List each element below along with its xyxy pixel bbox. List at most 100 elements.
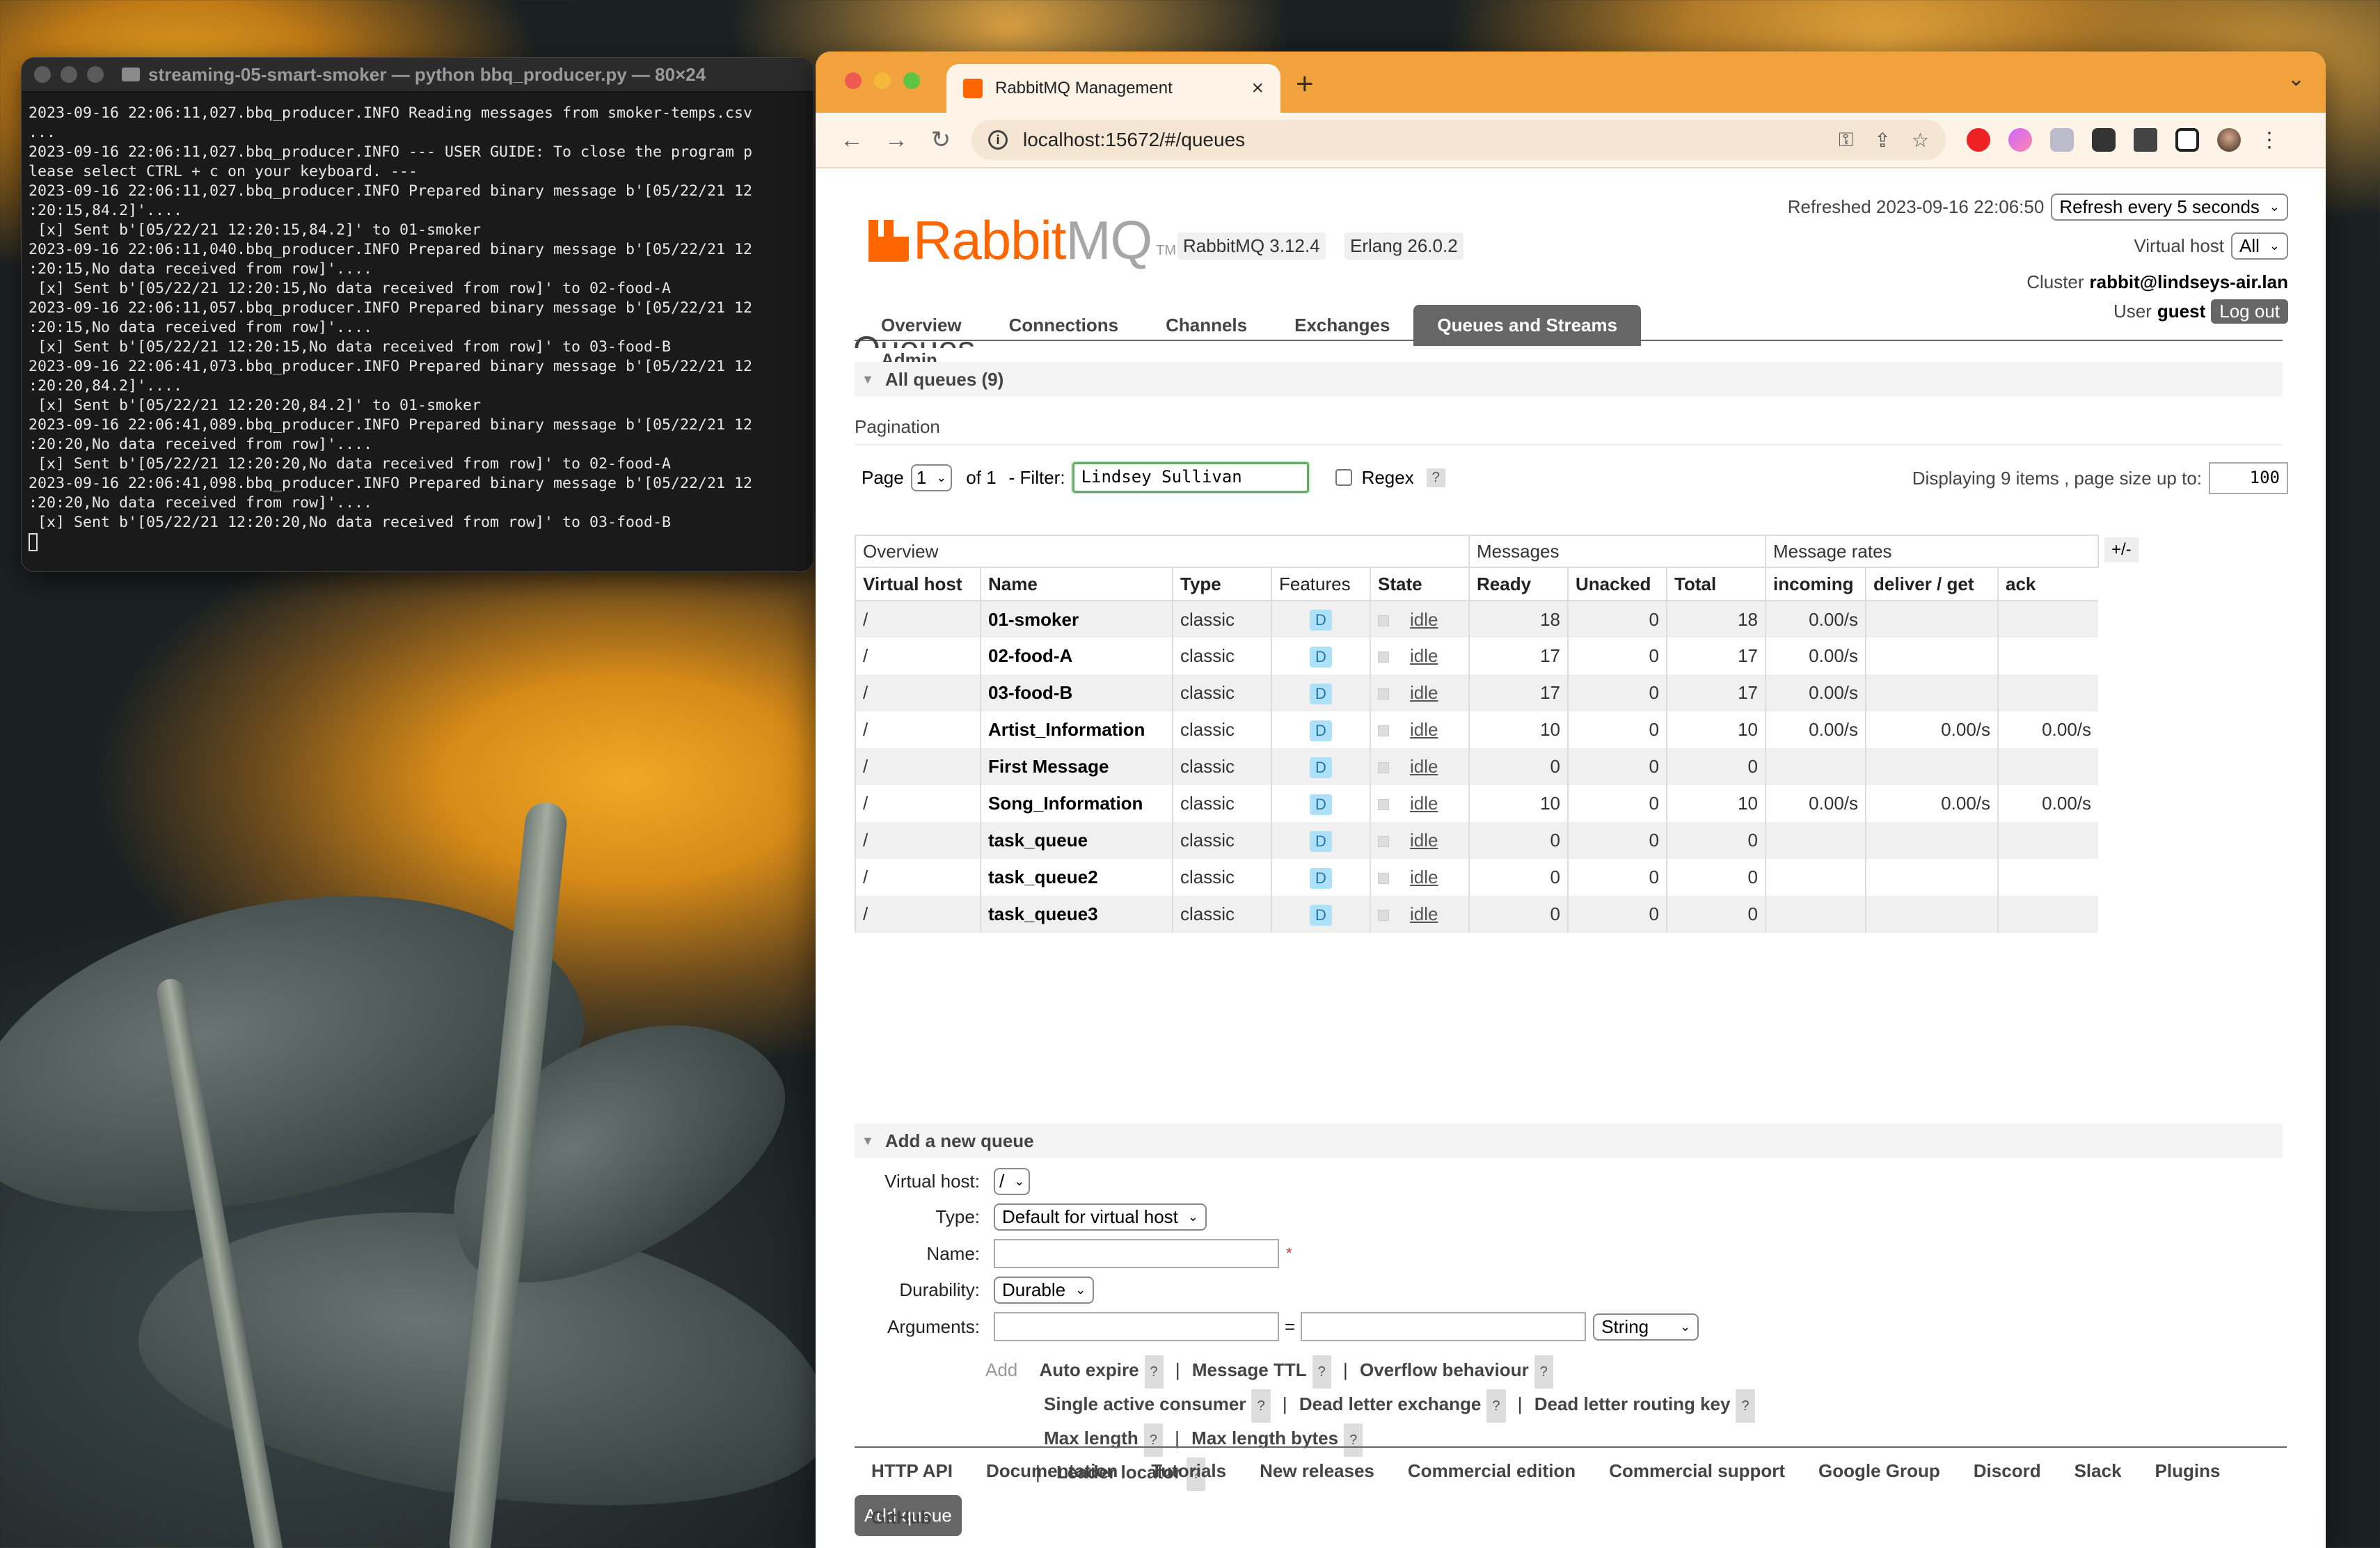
page-size-input[interactable]: 100 (2209, 462, 2288, 494)
footer-link-http-api[interactable]: HTTP API (855, 1448, 969, 1494)
table-row[interactable]: / task_queue2 classic Didle 0 0 0 (855, 859, 2098, 896)
footer-link-tutorials[interactable]: Tutorials (1134, 1448, 1243, 1494)
url-text[interactable]: localhost:15672/#/queues (1023, 129, 1245, 151)
queue-name-link[interactable]: Artist_Information (980, 711, 1173, 748)
state-link[interactable]: idle (1410, 645, 1438, 666)
state-link[interactable]: idle (1410, 719, 1438, 740)
help-button[interactable]: ? (1251, 1389, 1271, 1423)
terminal-window[interactable]: streaming-05-smart-smoker — python bbq_p… (21, 57, 814, 572)
argument-type-select[interactable]: String ⌄ (1593, 1313, 1699, 1341)
col-ack[interactable]: ack (1997, 567, 2098, 601)
state-link[interactable]: idle (1410, 830, 1438, 851)
col-incoming[interactable]: incoming (1765, 567, 1866, 601)
more-menu-icon[interactable]: ⋮ (2259, 128, 2280, 152)
message-ttl-link[interactable]: Message TTL (1192, 1359, 1307, 1380)
help-button[interactable]: ? (1144, 1355, 1164, 1389)
footer-link-plugins[interactable]: Plugins (2139, 1448, 2237, 1494)
queue-name-link[interactable]: 01-smoker (980, 601, 1173, 638)
state-link[interactable]: idle (1410, 682, 1438, 703)
reload-icon[interactable]: ↻ (919, 126, 963, 154)
queue-name-link[interactable]: task_queue (980, 822, 1173, 859)
terminal-output[interactable]: 2023-09-16 22:06:11,027.bbq_producer.INF… (22, 93, 814, 563)
extension-color-icon[interactable] (2008, 128, 2032, 152)
footer-link-google-group[interactable]: Google Group (1802, 1448, 1957, 1494)
footer-link-github[interactable]: GitHub (855, 1494, 949, 1541)
filter-input[interactable]: Lindsey Sullivan (1072, 462, 1309, 493)
minimize-icon[interactable] (61, 66, 77, 83)
auto-expire-link[interactable]: Auto expire (1040, 1359, 1139, 1380)
new-tab-icon[interactable]: + (1296, 67, 1314, 102)
add-queue-section-header[interactable]: ▼ Add a new queue (855, 1123, 2283, 1158)
table-row[interactable]: /02-food-A classic Didle 17 0 17 0.00/s (855, 638, 2098, 674)
max-length-link[interactable]: Max length (1044, 1428, 1139, 1448)
col-virtual-host[interactable]: Virtual host (855, 567, 981, 601)
queue-type-select[interactable]: Default for virtual host ⌄ (994, 1203, 1207, 1231)
help-button[interactable]: ? (1426, 468, 1445, 487)
terminal-titlebar[interactable]: streaming-05-smart-smoker — python bbq_p… (22, 58, 814, 93)
dead-letter-routing-key-link[interactable]: Dead letter routing key (1534, 1393, 1731, 1414)
back-icon[interactable]: ← (830, 127, 874, 154)
extension-dark-icon[interactable] (2092, 128, 2116, 152)
avatar[interactable] (2217, 128, 2241, 152)
bookmark-star-icon[interactable]: ☆ (1912, 129, 1929, 152)
col-state[interactable]: State (1370, 567, 1469, 601)
col-type[interactable]: Type (1172, 567, 1271, 601)
browser-tab[interactable]: RabbitMQ Management × (946, 64, 1280, 113)
queue-name-input[interactable] (994, 1239, 1279, 1268)
tab-close-icon[interactable]: × (1251, 77, 1264, 100)
argument-key-input[interactable] (994, 1312, 1279, 1341)
close-icon[interactable] (845, 72, 862, 89)
minimize-icon[interactable] (874, 72, 891, 89)
col-ready[interactable]: Ready (1468, 567, 1568, 601)
help-button[interactable]: ? (1486, 1389, 1506, 1423)
help-button[interactable]: ? (1736, 1389, 1755, 1423)
table-row[interactable]: / task_queue3 classic Didle 0 0 0 (855, 896, 2098, 933)
argument-value-input[interactable] (1301, 1312, 1587, 1341)
col-total[interactable]: Total (1666, 567, 1766, 601)
page-select[interactable]: 1 ⌄ (910, 464, 953, 491)
rabbitmq-logo[interactable]: RabbitMQ TM (868, 209, 1176, 272)
help-button[interactable]: ? (1534, 1355, 1553, 1389)
close-icon[interactable] (34, 66, 51, 83)
col-deliver-get[interactable]: deliver / get (1865, 567, 1998, 601)
footer-link-slack[interactable]: Slack (2058, 1448, 2139, 1494)
extensions-puzzle-icon[interactable] (2134, 128, 2157, 152)
state-link[interactable]: idle (1410, 903, 1438, 924)
single-active-consumer-link[interactable]: Single active consumer (1044, 1393, 1246, 1414)
vhost-field-select[interactable]: / ⌄ (994, 1168, 1031, 1195)
footer-link-commercial-support[interactable]: Commercial support (1592, 1448, 1802, 1494)
dead-letter-exchange-link[interactable]: Dead letter exchange (1299, 1393, 1482, 1414)
state-link[interactable]: idle (1410, 793, 1438, 814)
footer-link-documentation[interactable]: Documentation (969, 1448, 1134, 1494)
extension-gray-icon[interactable] (2050, 128, 2074, 152)
durability-select[interactable]: Durable ⌄ (994, 1277, 1095, 1304)
col-unacked[interactable]: Unacked (1567, 567, 1667, 601)
footer-link-new-releases[interactable]: New releases (1243, 1448, 1391, 1494)
queue-name-link[interactable]: 03-food-B (980, 674, 1173, 711)
queue-name-link[interactable]: 02-food-A (980, 638, 1173, 674)
table-row[interactable]: / Artist_Information classic Didle 10 0 10 0.00… (855, 711, 2098, 748)
address-bar[interactable]: i localhost:15672/#/queues ⚿ ⇪ ☆ (971, 120, 1946, 160)
max-length-bytes-link[interactable]: Max length bytes (1191, 1428, 1338, 1448)
queue-name-link[interactable]: Song_Information (980, 785, 1173, 822)
key-icon[interactable]: ⚿ (1839, 129, 1853, 152)
browser-window[interactable]: RabbitMQ Management × + ⌄ ← → ↻ i localh… (816, 52, 2326, 1548)
table-row[interactable]: /03-food-B classic Didle 17 0 17 0.00/s (855, 674, 2098, 711)
forward-icon[interactable]: → (874, 127, 919, 154)
zoom-icon[interactable] (87, 66, 104, 83)
virtual-host-select[interactable]: All ⌄ (2231, 232, 2288, 260)
table-row[interactable]: / Song_Information classic Didle 10 0 10 0.00/s… (855, 785, 2098, 822)
footer-link-discord[interactable]: Discord (1957, 1448, 2058, 1494)
column-toggle-button[interactable]: +/- (2104, 537, 2139, 562)
site-info-icon[interactable]: i (988, 130, 1008, 150)
col-name[interactable]: Name (980, 567, 1173, 601)
table-row[interactable]: / task_queue classic Didle 0 0 0 (855, 822, 2098, 859)
zoom-icon[interactable] (903, 72, 920, 89)
extension-red-icon[interactable] (1967, 128, 1990, 152)
logout-button[interactable]: Log out (2211, 299, 2288, 324)
chevron-down-icon[interactable]: ⌄ (2287, 67, 2305, 91)
queue-name-link[interactable]: task_queue3 (980, 896, 1173, 933)
table-row[interactable]: /01-smoker classic Didle 18 0 18 0.00/s (855, 601, 2098, 638)
refresh-interval-select[interactable]: Refresh every 5 seconds ⌄ (2051, 194, 2288, 221)
state-link[interactable]: idle (1410, 609, 1438, 630)
